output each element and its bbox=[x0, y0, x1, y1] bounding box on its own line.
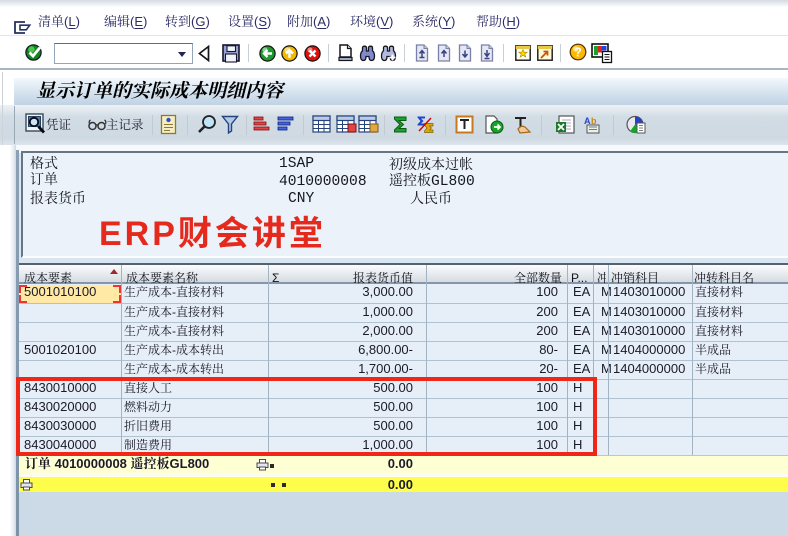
svg-text:?: ? bbox=[574, 46, 582, 60]
